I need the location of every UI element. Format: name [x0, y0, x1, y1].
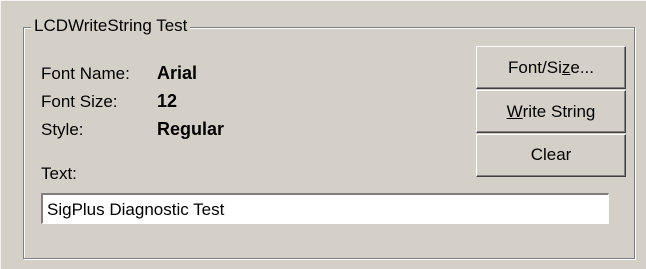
dialog-window: LCDWriteString Test Font Name: Arial Fon… [0, 0, 646, 269]
clear-button-label: Clear [530, 144, 572, 164]
font-size-button-suffix: e... [570, 57, 594, 77]
font-name-value: Arial [157, 63, 198, 83]
font-size-label: Font Size: [41, 92, 118, 111]
style-label: Style: [41, 120, 84, 139]
font-name-label: Font Name: [41, 64, 130, 83]
text-input[interactable] [41, 193, 609, 224]
font-size-button[interactable]: Font/Si z e... [476, 46, 626, 89]
text-label: Text: [41, 164, 77, 183]
style-value: Regular [157, 119, 225, 139]
font-size-button-prefix: Font/Si [508, 57, 562, 77]
write-string-button-mnemonic: W [506, 101, 523, 121]
write-string-button[interactable]: Write String [476, 90, 626, 133]
font-size-value: 12 [157, 91, 178, 111]
groupbox-title: LCDWriteString Test [31, 15, 191, 37]
clear-button[interactable]: Clear [476, 134, 626, 177]
write-string-button-suffix: rite String [522, 101, 596, 121]
font-size-button-mnemonic: z [561, 57, 571, 77]
